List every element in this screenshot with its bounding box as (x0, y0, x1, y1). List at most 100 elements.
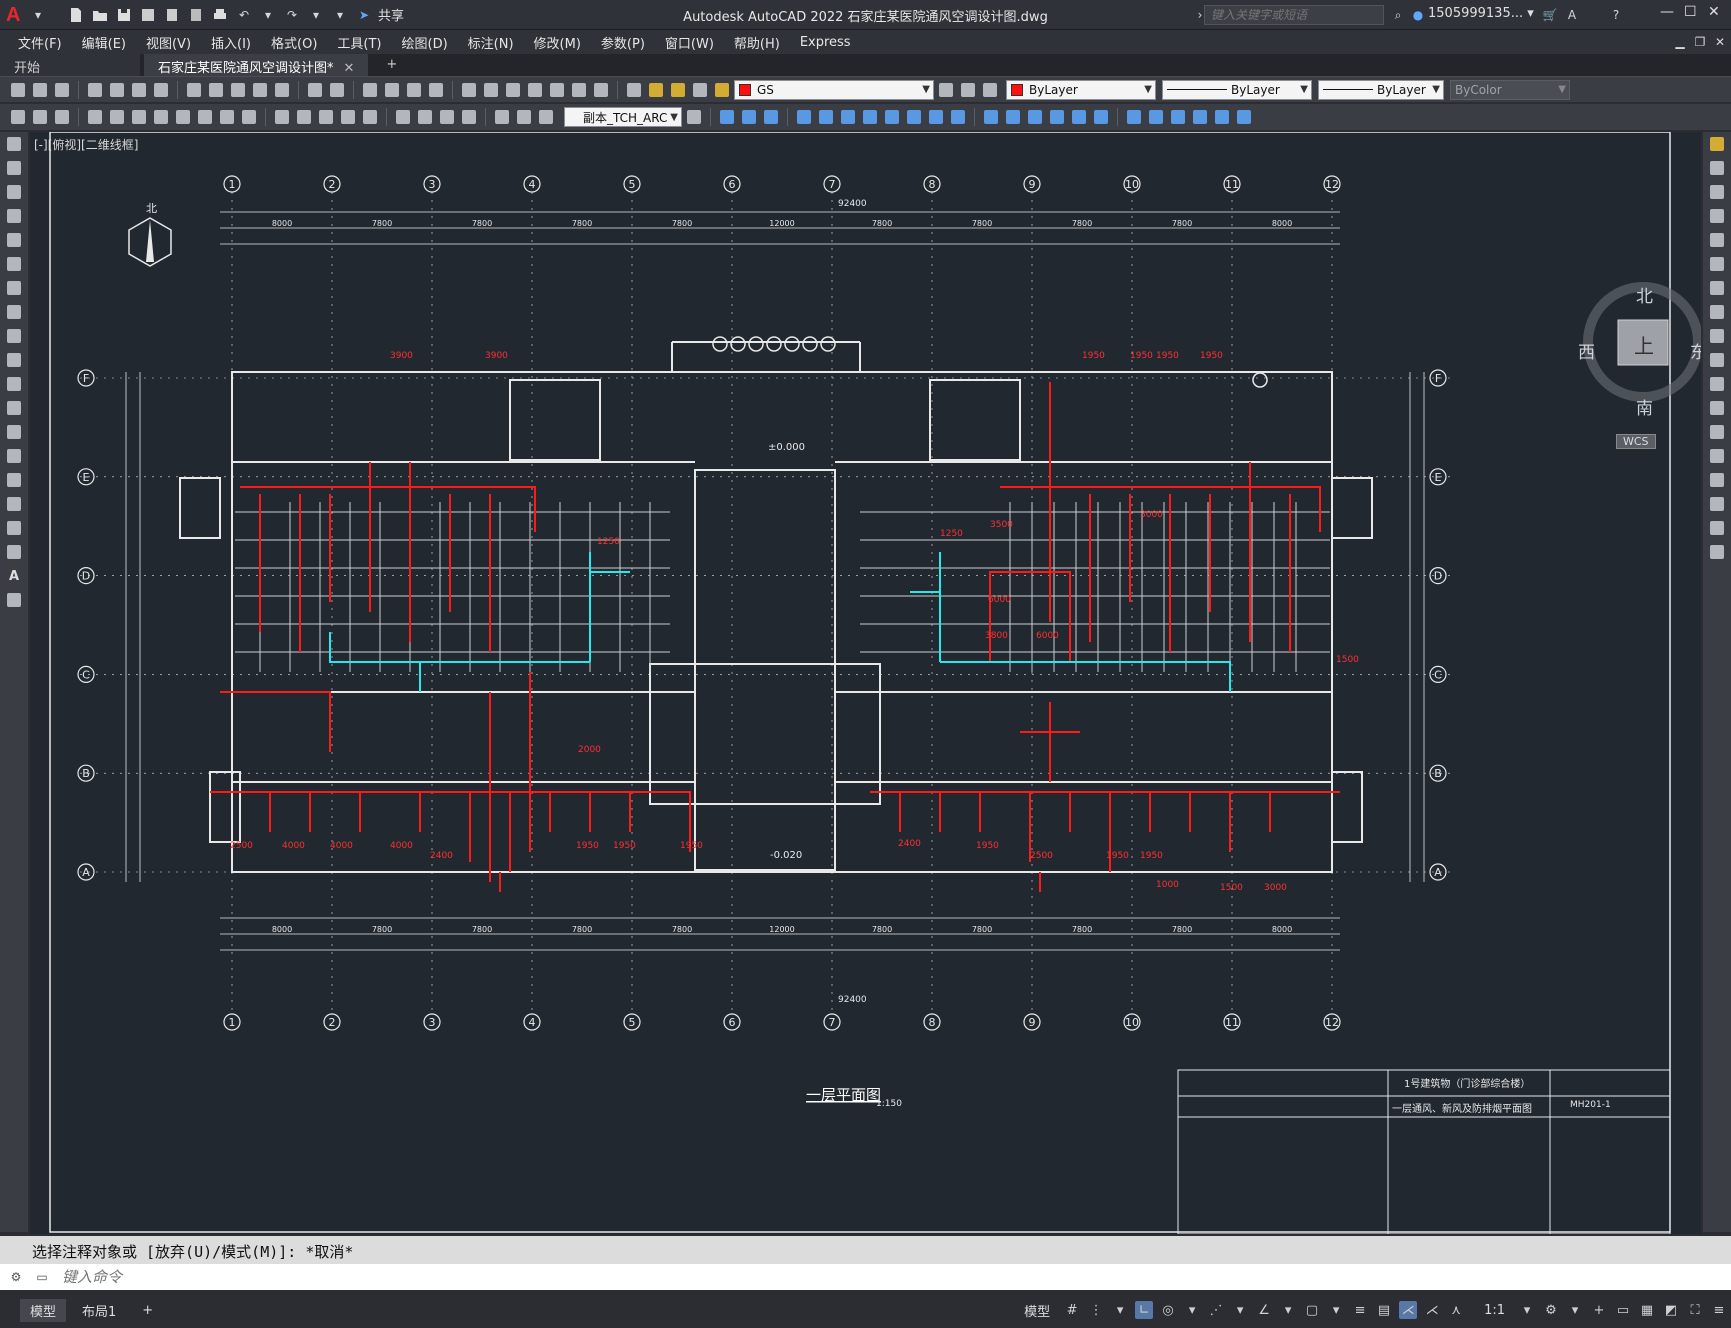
menu-edit[interactable]: 编辑(E) (82, 33, 126, 52)
open-icon[interactable] (30, 80, 50, 100)
point-icon[interactable] (4, 446, 24, 466)
block-editor-icon[interactable] (272, 80, 292, 100)
transparency-icon[interactable]: ▤ (1375, 1301, 1393, 1319)
ellipse-arc-icon[interactable] (4, 374, 24, 394)
annotation-scale-value[interactable]: 1:1 (1474, 1301, 1515, 1320)
menu-modify[interactable]: 修改(M) (534, 33, 581, 52)
mtext-icon[interactable]: A (4, 566, 24, 586)
dimtedit-icon[interactable] (514, 107, 534, 127)
lineweight-dropdown[interactable]: ByLayer ▼ (1318, 79, 1444, 100)
blend-icon[interactable] (1707, 518, 1727, 538)
fly-icon[interactable] (1091, 107, 1111, 127)
ucs-view-icon[interactable] (1212, 107, 1232, 127)
preview-icon[interactable] (107, 80, 127, 100)
user-icon[interactable]: ● (1408, 5, 1428, 25)
aligned-dimension-icon[interactable] (107, 107, 127, 127)
view-iso2-icon[interactable] (948, 107, 968, 127)
design-center-icon[interactable] (481, 80, 501, 100)
viewcube-south[interactable]: 南 (1636, 394, 1653, 419)
construction-line-icon[interactable] (4, 158, 24, 178)
zoom-window-icon[interactable] (404, 80, 424, 100)
rectangle-icon[interactable] (4, 230, 24, 250)
tool-palettes-icon[interactable] (503, 80, 523, 100)
stretch-icon[interactable] (1707, 326, 1727, 346)
save-icon[interactable] (114, 5, 134, 25)
customization-icon[interactable]: ≡ (1710, 1301, 1728, 1319)
redo-toolbar-icon[interactable] (327, 80, 347, 100)
diameter-icon[interactable] (217, 107, 237, 127)
join-icon[interactable] (1707, 446, 1727, 466)
tch-tool-icon[interactable] (30, 107, 50, 127)
object-snap-chevron-icon[interactable]: ▾ (1327, 1301, 1345, 1319)
ucs-origin-icon[interactable] (1234, 107, 1254, 127)
copy-object-icon[interactable] (1707, 158, 1727, 178)
break-icon[interactable] (1707, 422, 1727, 442)
lights-icon[interactable] (1025, 107, 1045, 127)
help-toolbar-icon[interactable] (591, 80, 611, 100)
scale-chevron-icon[interactable]: ▾ (1518, 1301, 1536, 1319)
command-line[interactable]: ⚙ ▭ (0, 1264, 1731, 1290)
menu-draw[interactable]: 绘图(D) (402, 33, 448, 52)
view-front-icon[interactable] (882, 107, 902, 127)
annotation-visibility-icon[interactable]: ⋌ (1399, 1301, 1418, 1319)
ellipse-icon[interactable] (4, 350, 24, 370)
new-tab-button[interactable]: + (372, 54, 411, 76)
command-input[interactable] (62, 1268, 662, 1286)
tab-close-icon[interactable]: ✕ (344, 61, 355, 76)
dimedit-icon[interactable] (492, 107, 512, 127)
linetype-dropdown[interactable]: ByLayer ▼ (1162, 79, 1312, 100)
ordinate-icon[interactable] (151, 107, 171, 127)
revcloud-icon[interactable] (4, 302, 24, 322)
open-file-icon[interactable] (90, 5, 110, 25)
help-icon[interactable]: ? (1606, 5, 1626, 25)
viewcube-wcs[interactable]: WCS (1616, 434, 1656, 449)
open-web-icon[interactable] (162, 5, 182, 25)
ortho-icon[interactable]: ∟ (1135, 1301, 1154, 1319)
cart-icon[interactable]: 🛒 (1540, 5, 1560, 25)
baseline-icon[interactable] (294, 107, 314, 127)
save-as-icon[interactable] (138, 5, 158, 25)
snap-icon[interactable]: ⋮ (1087, 1301, 1105, 1319)
grid-icon[interactable]: # (1063, 1301, 1081, 1319)
menu-parametric[interactable]: 参数(P) (601, 33, 645, 52)
object-snap-icon[interactable]: ▢ (1303, 1301, 1321, 1319)
quick-properties-icon[interactable]: ▦ (1638, 1301, 1656, 1319)
jogged-linear-icon[interactable] (459, 107, 479, 127)
plot-icon[interactable] (210, 5, 230, 25)
save-toolbar-icon[interactable] (52, 80, 72, 100)
ucs-world-icon[interactable] (1146, 107, 1166, 127)
quick-dimension-icon[interactable] (272, 107, 292, 127)
center-mark-icon[interactable] (415, 107, 435, 127)
doc-close-icon[interactable]: ✕ (1710, 32, 1730, 52)
tab-start[interactable]: 开始 (0, 54, 140, 76)
material-icon[interactable] (1003, 107, 1023, 127)
line-icon[interactable] (4, 134, 24, 154)
fillet-icon[interactable] (1707, 494, 1727, 514)
isodraft-chevron-icon[interactable]: ▾ (1231, 1301, 1249, 1319)
gradient-icon[interactable] (4, 494, 24, 514)
tab-model[interactable]: 模型 (20, 1298, 67, 1322)
dim-update-icon[interactable] (536, 107, 556, 127)
layer-dropdown[interactable]: GS ▼ (734, 79, 934, 100)
viewcube-north[interactable]: 北 (1636, 282, 1653, 307)
polyline-icon[interactable] (4, 182, 24, 202)
publish-icon[interactable] (129, 80, 149, 100)
ucs-face-icon[interactable] (1190, 107, 1210, 127)
view-cube[interactable]: 北 南 西 东 上 WCS (1558, 282, 1701, 449)
autodesk-app-icon[interactable]: A (1562, 5, 1582, 25)
search-icon[interactable]: ⌕ (1388, 5, 1408, 25)
view-top-icon[interactable] (794, 107, 814, 127)
model-space-button[interactable]: 模型 (1014, 1299, 1060, 1322)
polar-chevron-icon[interactable]: ▾ (1183, 1301, 1201, 1319)
render-icon[interactable] (981, 107, 1001, 127)
ucs-icon[interactable] (1124, 107, 1144, 127)
pan-icon[interactable] (360, 80, 380, 100)
add-layout-button[interactable]: + (132, 1301, 163, 1320)
autocad-logo-icon[interactable]: A (6, 4, 28, 26)
workspace-icon[interactable] (8, 80, 28, 100)
menu-format[interactable]: 格式(O) (271, 33, 317, 52)
layer-on-icon[interactable] (646, 80, 666, 100)
menu-file[interactable]: 文件(F) (18, 33, 62, 52)
save-web-icon[interactable] (186, 5, 206, 25)
angular-icon[interactable] (239, 107, 259, 127)
